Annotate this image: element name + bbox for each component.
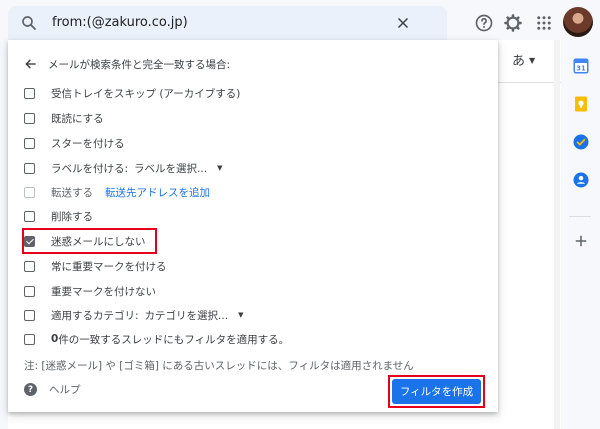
caret-down-icon: ▼ [529,56,536,65]
checkbox-forward[interactable] [24,186,35,198]
option-never-important[interactable]: 重要マークを付けない [24,282,156,300]
search-input[interactable]: from:(@zakuro.co.jp) [52,15,188,30]
help-link[interactable]: ? ヘルプ [24,382,81,397]
option-category[interactable]: 適用するカテゴリ: カテゴリを選択... ▼ [24,306,243,324]
option-apply-label[interactable]: ラベルを付ける: ラベルを選択... ▼ [24,159,222,177]
checkbox-category[interactable] [24,309,35,321]
add-forwarding-address-link[interactable]: 転送先アドレスを追加 [105,185,210,200]
avatar[interactable] [563,7,593,37]
plus-icon[interactable] [572,232,590,250]
option-apply-existing[interactable]: 0 件の一致するスレッドにもフィルタを適用する。 [24,330,289,348]
dialog-header-text: メールが検索条件と完全一致する場合: [48,58,231,71]
create-filter-button[interactable]: フィルタを作成 [392,379,481,404]
option-forward[interactable]: 転送する 転送先アドレスを追加 [24,183,210,201]
tasks-icon[interactable] [572,133,590,151]
caret-down-icon: ▼ [238,311,244,319]
option-mark-read[interactable]: 既読にする [24,109,104,127]
spam-trash-note: 注: [迷惑メール] や [ゴミ箱] にある古いスレッドには、フィルタは適用され… [24,360,414,372]
checkbox-delete[interactable] [24,210,35,222]
option-star[interactable]: スターを付ける [24,134,125,152]
checkbox-mark-read[interactable] [24,112,35,124]
dialog-header: メールが検索条件と完全一致する場合: [24,56,230,72]
input-tools-button[interactable]: あ ▼ [512,50,535,69]
contacts-icon[interactable] [572,171,590,189]
apps-grid-icon[interactable] [535,14,553,32]
divider [569,216,591,217]
category-select[interactable]: カテゴリを選択... ▼ [145,308,244,323]
arrow-back-icon[interactable] [24,57,38,71]
caret-down-icon: ▼ [217,164,223,172]
option-skip-inbox[interactable]: 受信トレイをスキップ (アーカイブする) [24,84,240,102]
checkbox-apply-label[interactable] [24,162,35,174]
checkbox-always-important[interactable] [24,260,35,272]
calendar-icon[interactable]: 31 [572,57,590,75]
help-icon: ? [24,383,37,396]
checkbox-apply-existing[interactable] [24,333,35,345]
label-select[interactable]: ラベルを選択... ▼ [134,161,222,176]
checkbox-star[interactable] [24,137,35,149]
search-bar[interactable]: from:(@zakuro.co.jp) [8,6,447,40]
keep-icon[interactable] [572,95,590,113]
scrollbar[interactable] [554,40,560,429]
svg-text:31: 31 [576,65,586,73]
help-icon[interactable] [474,13,494,33]
checkbox-never-important[interactable] [24,285,35,297]
option-always-important[interactable]: 常に重要マークを付ける [24,257,167,275]
create-filter-dialog: メールが検索条件と完全一致する場合: 受信トレイをスキップ (アーカイブする) … [8,40,498,412]
close-icon[interactable] [394,14,412,32]
highlight-box [22,228,157,254]
option-delete[interactable]: 削除する [24,207,93,225]
search-icon[interactable] [20,14,38,32]
checkbox-skip-inbox[interactable] [24,87,35,99]
gear-icon[interactable] [503,13,523,33]
create-filter-highlight: フィルタを作成 [388,375,485,408]
divider [498,82,561,83]
